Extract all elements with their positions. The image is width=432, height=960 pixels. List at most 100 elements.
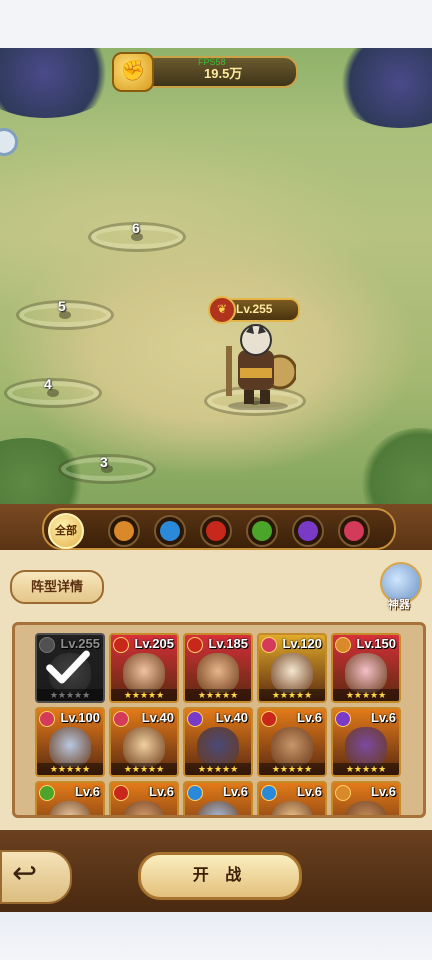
star-rating: ★★★★★ <box>37 689 103 701</box>
hero-portrait <box>271 727 313 767</box>
star-rating: ★★★★★ <box>111 689 177 701</box>
fist-icon: ✊ <box>112 52 154 92</box>
bottom-blank <box>0 912 432 960</box>
faction-tab-nature[interactable] <box>246 515 278 547</box>
hero-card[interactable]: Lv.185 ★★★★★ <box>183 633 253 703</box>
diamond-icon <box>344 521 364 541</box>
faction-tab-fire[interactable] <box>200 515 232 547</box>
star-rating: ★★★★★ <box>333 689 399 701</box>
slot-number-4: 4 <box>44 376 52 392</box>
hero-level: Lv.6 <box>296 710 322 725</box>
faction-icon <box>187 711 203 727</box>
hero-card[interactable]: Lv.40 ★★★★★ <box>183 707 253 777</box>
faction-filter-bar: 全部 <box>42 508 396 550</box>
combat-power-value: 19.5万 <box>204 66 243 81</box>
combat-power-bar: ✊ FPS58 19.5万 <box>112 52 298 92</box>
back-arrow-icon: ↩ <box>12 857 38 890</box>
artifact-button[interactable]: 神器 <box>374 562 424 614</box>
hero-level: Lv.6 <box>370 710 396 725</box>
faction-tab-dark[interactable] <box>292 515 324 547</box>
faction-icon <box>39 711 55 727</box>
top-blank <box>0 0 432 48</box>
hero-level: Lv.6 <box>222 784 248 799</box>
hero-level: Lv.6 <box>296 784 322 799</box>
selected-check-icon <box>46 650 90 684</box>
star-rating: ★★★★★ <box>185 763 251 775</box>
hero-card[interactable]: Lv.6 ★★★★★ <box>257 707 327 777</box>
faction-icon <box>261 711 277 727</box>
hero-level-text: Lv.255 <box>236 302 273 316</box>
leaf-icon <box>252 521 272 541</box>
hero-level: Lv.40 <box>215 710 248 725</box>
formation-details-button[interactable]: 阵型详情 <box>10 570 104 604</box>
hero-level: Lv.40 <box>141 710 174 725</box>
faction-icon <box>335 637 351 653</box>
hero-card[interactable]: Lv.100 ★★★★★ <box>35 707 105 777</box>
slot-number-6: 6 <box>132 220 140 236</box>
faction-tab-all[interactable]: 全部 <box>48 513 84 549</box>
faction-tab-beast[interactable] <box>108 515 140 547</box>
moon-icon <box>298 521 318 541</box>
hero-card[interactable]: Lv.6 ★★★★★ <box>331 707 401 777</box>
hero-card[interactable]: Lv.6 <box>331 781 401 815</box>
hero-card[interactable]: Lv.205 ★★★★★ <box>109 633 179 703</box>
faction-icon <box>335 785 351 801</box>
hero-portrait <box>123 653 165 693</box>
faction-icon <box>261 637 277 653</box>
hero-portrait <box>123 801 165 815</box>
faction-icon <box>335 711 351 727</box>
faction-tab-water[interactable] <box>154 515 186 547</box>
hero-card[interactable]: Lv.6 <box>109 781 179 815</box>
placed-hero-warrior[interactable] <box>218 320 296 410</box>
hero-grid: Lv.255 ★★★★★ Lv.205 ★★★★★ Lv.185 ★★★★★ Lv.120 ★… <box>12 622 426 818</box>
star-rating: ★★★★★ <box>111 763 177 775</box>
paw-icon <box>114 521 134 541</box>
faction-icon <box>39 785 55 801</box>
water-icon <box>160 521 180 541</box>
hero-portrait <box>197 801 239 815</box>
hero-card[interactable]: Lv.120 ★★★★★ <box>257 633 327 703</box>
faction-tab-light[interactable] <box>338 515 370 547</box>
faction-icon <box>113 637 129 653</box>
faction-icon <box>113 785 129 801</box>
hero-level: Lv.6 <box>370 784 396 799</box>
slot-number-5: 5 <box>58 298 66 314</box>
star-rating: ★★★★★ <box>259 763 325 775</box>
bush-decoration <box>330 48 432 128</box>
hero-portrait <box>345 727 387 767</box>
hero-portrait <box>197 653 239 693</box>
hero-level: Lv.100 <box>60 710 100 725</box>
hero-portrait <box>345 801 387 815</box>
hero-card[interactable]: Lv.6 <box>257 781 327 815</box>
formation-slot-4[interactable] <box>4 378 102 408</box>
hero-level: Lv.6 <box>74 784 100 799</box>
hero-card[interactable]: Lv.150 ★★★★★ <box>331 633 401 703</box>
hero-portrait <box>123 727 165 767</box>
hero-level: Lv.150 <box>356 636 396 651</box>
back-button[interactable]: ↩ <box>0 850 72 904</box>
hero-level-tag: ❦ Lv.255 <box>208 296 300 324</box>
faction-icon <box>187 637 203 653</box>
hero-portrait <box>271 801 313 815</box>
star-rating: ★★★★★ <box>333 763 399 775</box>
hero-portrait <box>49 801 91 815</box>
battlefield: ✊ FPS58 19.5万 6 5 4 3 ❦ Lv.255 <box>0 48 432 518</box>
slot-number-3: 3 <box>100 454 108 470</box>
hero-level: Lv.120 <box>282 636 322 651</box>
hero-card[interactable]: Lv.6 <box>35 781 105 815</box>
artifact-label: 神器 <box>388 599 410 611</box>
hero-card[interactable]: Lv.6 <box>183 781 253 815</box>
faction-icon <box>113 711 129 727</box>
hero-card[interactable]: Lv.40 ★★★★★ <box>109 707 179 777</box>
faction-icon <box>261 785 277 801</box>
hero-portrait <box>197 727 239 767</box>
star-rating: ★★★★★ <box>259 689 325 701</box>
bush-decoration <box>0 48 120 118</box>
star-rating: ★★★★★ <box>37 763 103 775</box>
hero-portrait <box>345 653 387 693</box>
side-toggle-button[interactable] <box>0 128 18 156</box>
faction-icon <box>187 785 203 801</box>
start-battle-button[interactable]: 开 战 <box>138 852 302 900</box>
hero-level: Lv.185 <box>208 636 248 651</box>
hero-level: Lv.205 <box>134 636 174 651</box>
